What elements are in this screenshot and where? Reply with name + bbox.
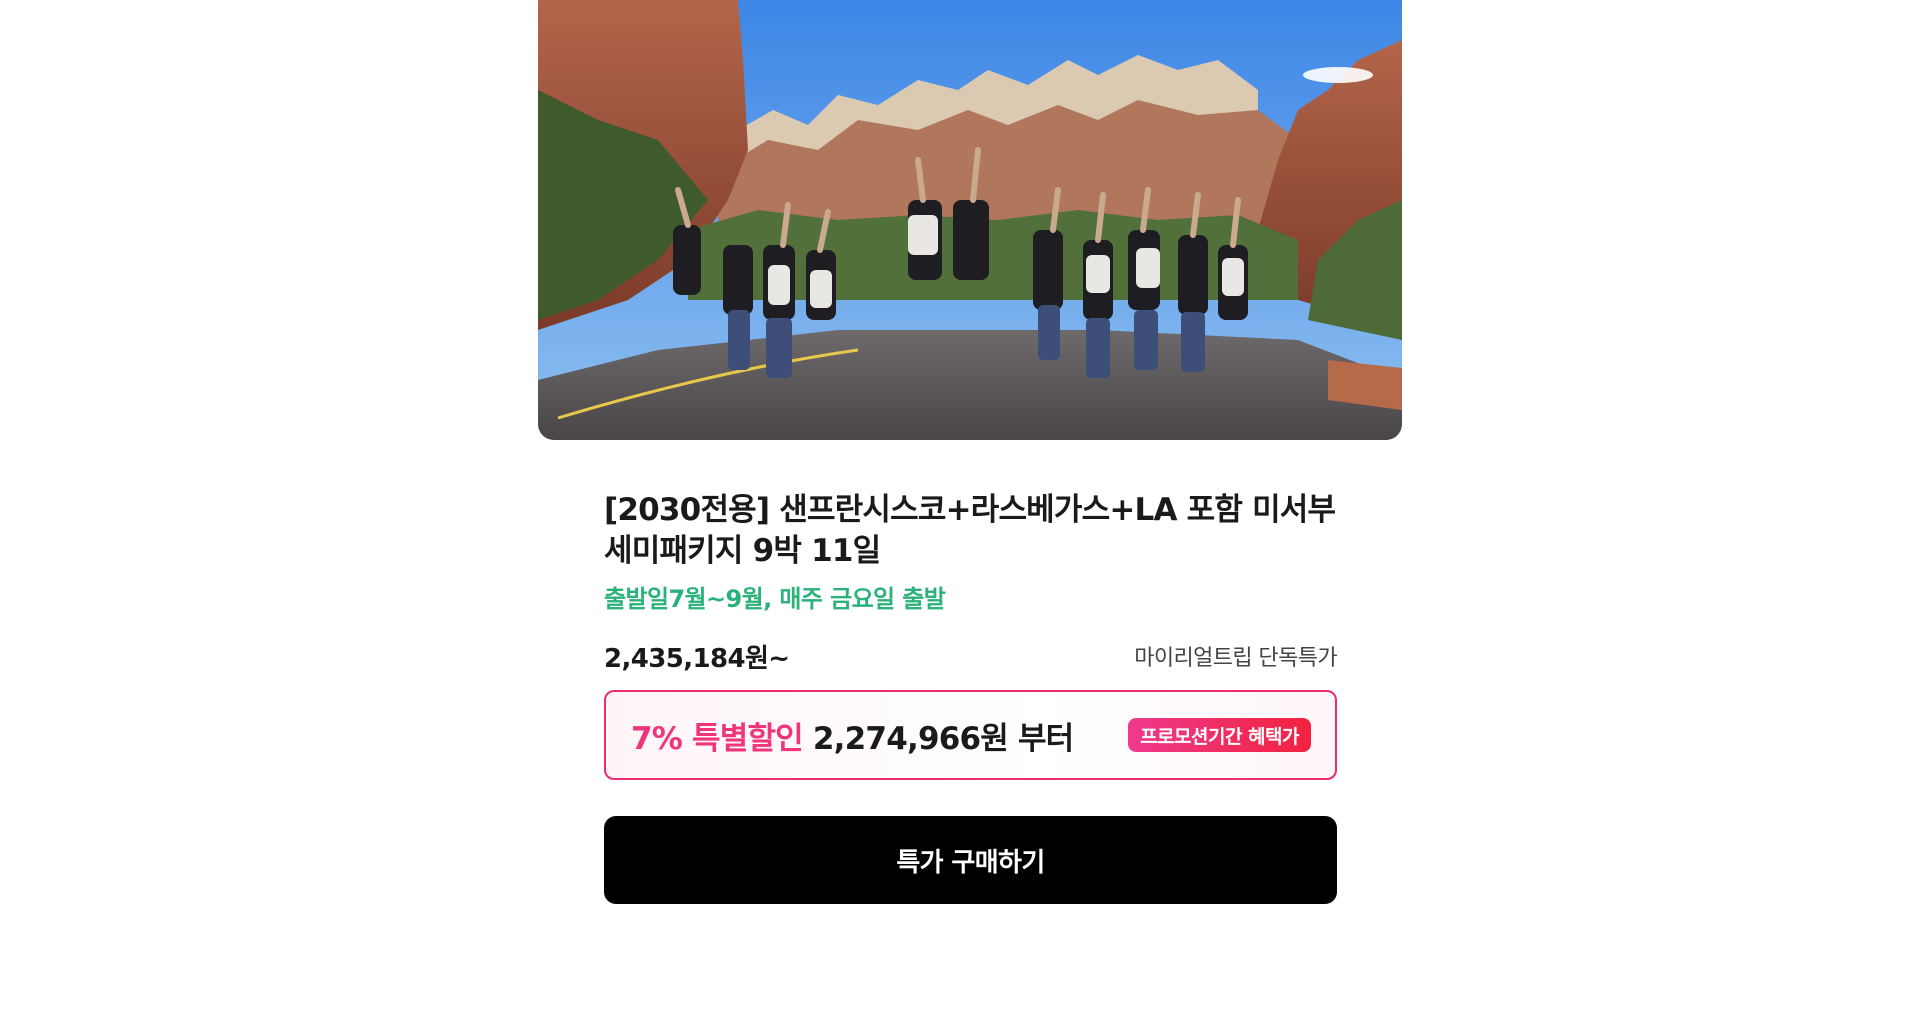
product-title-line2: 세미패키지 9박 11일 [604,533,881,569]
canyon-travel-photo [538,0,1402,440]
exclusive-deal-label: 마이리얼트립 단독특가 [1134,646,1337,671]
product-info: [2030전용] 샌프란시스코+라스베가스+LA 포함 미서부 세미패키지 9박… [604,490,1338,904]
hero-image[interactable] [538,0,1402,440]
product-title-line1: [2030전용] 샌프란시스코+라스베가스+LA 포함 미서부 [604,492,1336,528]
promo-discount: 7% 특별할인 [631,720,804,757]
price-row: 2,435,184원~ 마이리얼트립 단독특가 [604,638,1338,674]
promo-badge: 프로모션기간 혜택가 [1128,718,1311,752]
buy-deal-button[interactable]: 특가 구매하기 [604,816,1337,904]
departure-schedule: 출발일7월~9월, 매주 금요일 출발 [604,585,946,613]
product-title: [2030전용] 샌프란시스코+라스베가스+LA 포함 미서부 세미패키지 9박… [604,490,1337,572]
promo-price: 2,274,966원 부터 [812,720,1074,757]
promo-box: 7% 특별할인 2,274,966원 부터 프로모션기간 혜택가 [604,690,1337,780]
product-price: 2,435,184원~ [604,643,790,674]
